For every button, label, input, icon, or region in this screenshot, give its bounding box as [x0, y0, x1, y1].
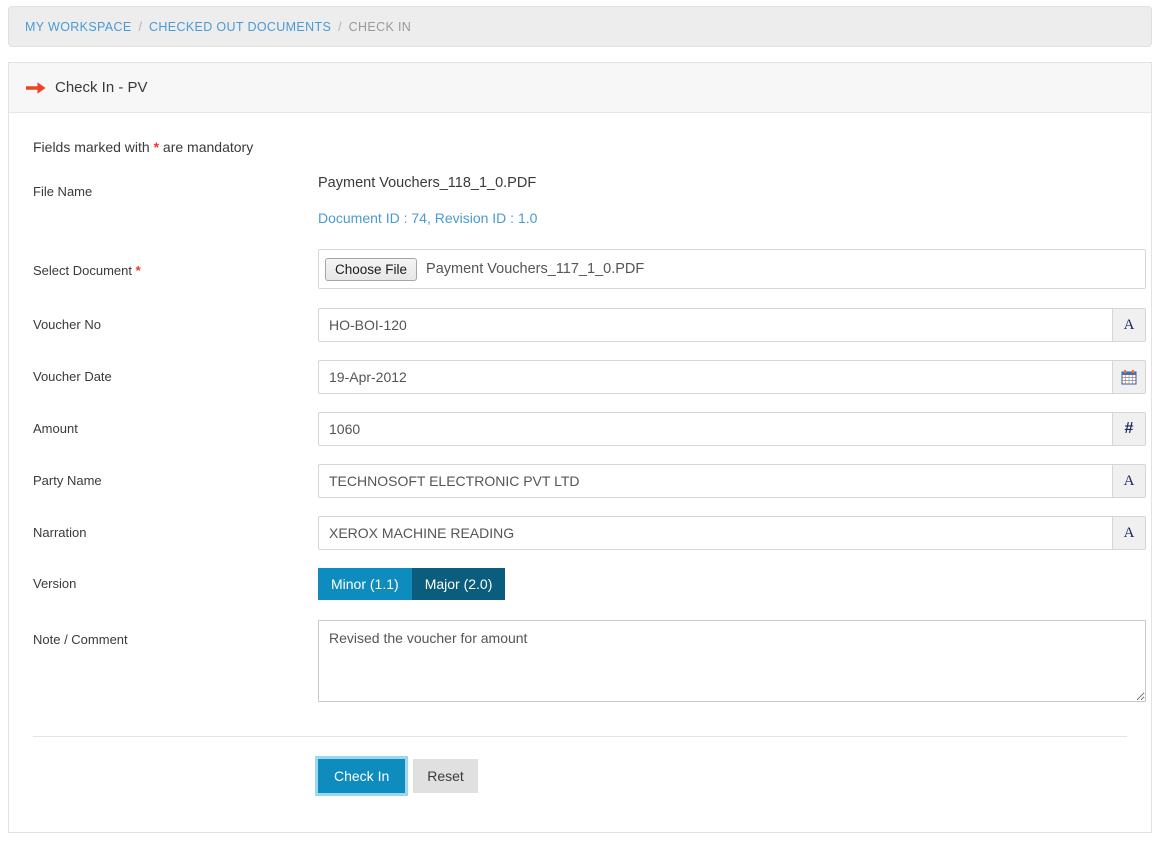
label-voucher-no: Voucher No — [33, 317, 101, 332]
label-party-name: Party Name — [33, 473, 102, 488]
text-a-glyph: A — [1123, 316, 1135, 333]
chosen-file-name: Payment Vouchers_117_1_0.PDF — [426, 261, 645, 277]
amount-control: # — [318, 412, 1146, 446]
select-document-control: Choose File Payment Vouchers_117_1_0.PDF — [318, 249, 1146, 289]
form-row-amount: Amount # — [33, 412, 1146, 464]
voucher-no-control: A — [318, 308, 1146, 342]
voucher-date-input[interactable] — [318, 360, 1112, 394]
label-select-document: Select Document * — [33, 249, 318, 278]
narration-input[interactable] — [318, 516, 1112, 550]
hash-glyph: # — [1124, 420, 1134, 437]
party-name-control: A — [318, 464, 1146, 498]
check-in-panel: Check In - PV Fields marked with * are m… — [8, 62, 1152, 833]
breadcrumb-separator: / — [138, 19, 143, 34]
form-actions: Check In Reset — [33, 737, 1127, 793]
label-voucher-date: Voucher Date — [33, 369, 112, 384]
breadcrumb-item-my-workspace[interactable]: MY WORKSPACE — [25, 20, 132, 34]
check-in-button[interactable]: Check In — [318, 759, 406, 793]
required-star: * — [135, 263, 141, 278]
note-comment-textarea[interactable]: Revised the voucher for amount — [318, 620, 1146, 702]
version-control: Minor (1.1) Major (2.0) — [318, 568, 1127, 600]
form-row-version: Version Minor (1.1) Major (2.0) — [33, 568, 1127, 620]
label-select-document-text: Select Document — [33, 263, 132, 278]
mandatory-note-suffix: are mandatory — [159, 139, 254, 155]
label-note-comment: Note / Comment — [33, 632, 128, 647]
panel-body: Fields marked with * are mandatory File … — [9, 113, 1151, 793]
file-name-value-group: Payment Vouchers_118_1_0.PDF Document ID… — [318, 175, 1127, 226]
amount-input[interactable] — [318, 412, 1112, 446]
text-a-icon[interactable]: A — [1112, 464, 1146, 498]
form-row-file-name: File Name Payment Vouchers_118_1_0.PDF D… — [33, 161, 1127, 249]
party-name-input[interactable] — [318, 464, 1112, 498]
mandatory-note: Fields marked with * are mandatory — [33, 113, 1127, 161]
form-row-voucher-no: Voucher No A — [33, 308, 1146, 360]
narration-control: A — [318, 516, 1146, 550]
form-row-voucher-date: Voucher Date — [33, 360, 1146, 412]
red-arrow-right-icon — [25, 80, 47, 96]
form-row-note-comment: Note / Comment Revised the voucher for a… — [33, 620, 1146, 718]
text-a-icon[interactable]: A — [1112, 516, 1146, 550]
text-a-glyph: A — [1123, 524, 1135, 541]
breadcrumb: MY WORKSPACE / CHECKED OUT DOCUMENTS / C… — [8, 6, 1152, 47]
file-input[interactable]: Choose File Payment Vouchers_117_1_0.PDF — [318, 249, 1146, 289]
reset-button[interactable]: Reset — [413, 759, 478, 793]
version-option-major[interactable]: Major (2.0) — [411, 568, 506, 600]
check-in-page: MY WORKSPACE / CHECKED OUT DOCUMENTS / C… — [0, 0, 1160, 855]
choose-file-button[interactable]: Choose File — [325, 257, 418, 281]
calendar-icon[interactable] — [1112, 360, 1146, 394]
form-row-narration: Narration A — [33, 516, 1146, 568]
breadcrumb-separator: / — [338, 19, 342, 34]
file-name-value: Payment Vouchers_118_1_0.PDF — [318, 175, 537, 191]
breadcrumb-item-check-in: CHECK IN — [348, 19, 412, 34]
voucher-no-input[interactable] — [318, 308, 1112, 342]
voucher-date-control — [318, 360, 1146, 394]
version-button-group: Minor (1.1) Major (2.0) — [318, 568, 1127, 600]
label-version: Version — [33, 576, 77, 591]
text-a-icon[interactable]: A — [1112, 308, 1146, 342]
breadcrumb-item-checked-out-documents[interactable]: CHECKED OUT DOCUMENTS — [149, 20, 331, 34]
label-amount: Amount — [33, 421, 78, 436]
form-row-party-name: Party Name A — [33, 464, 1146, 516]
mandatory-note-prefix: Fields marked with — [33, 139, 154, 155]
panel-header: Check In - PV — [9, 63, 1151, 113]
form-row-select-document: Select Document * Choose File Payment Vo… — [33, 249, 1146, 308]
document-id-text: Document ID : 74, Revision ID : 1.0 — [318, 210, 538, 226]
note-comment-control: Revised the voucher for amount — [318, 620, 1146, 702]
version-option-minor[interactable]: Minor (1.1) — [318, 568, 412, 600]
page-title: Check In - PV — [55, 79, 148, 96]
label-file-name: File Name — [33, 184, 93, 199]
hash-number-icon[interactable]: # — [1112, 412, 1146, 446]
label-narration: Narration — [33, 525, 87, 540]
text-a-glyph: A — [1123, 472, 1135, 489]
